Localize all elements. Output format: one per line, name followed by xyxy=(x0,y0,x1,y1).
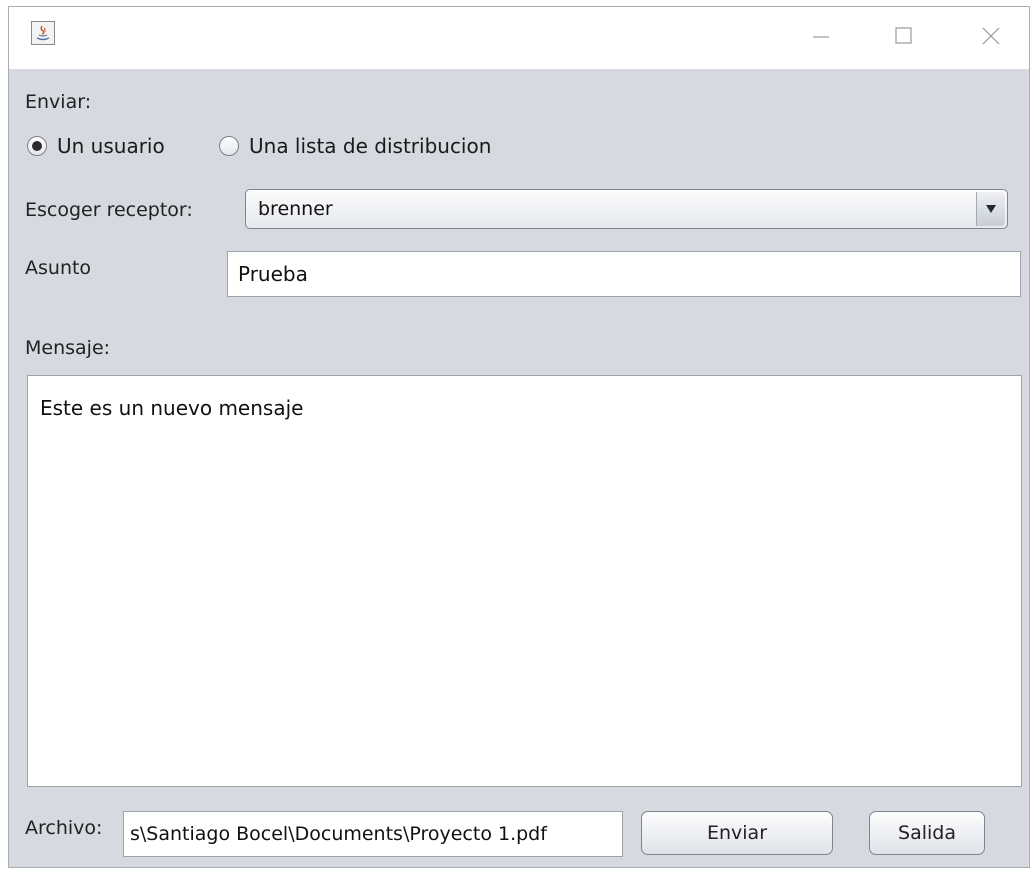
maximize-icon xyxy=(895,27,912,44)
radio-single-user[interactable]: Un usuario xyxy=(27,131,165,161)
send-label: Enviar: xyxy=(25,91,92,113)
radio-indicator[interactable] xyxy=(219,136,239,156)
close-icon xyxy=(982,27,1000,45)
maximize-button[interactable] xyxy=(883,19,923,51)
minimize-icon xyxy=(813,36,829,38)
subject-label: Asunto xyxy=(25,257,92,279)
radio-single-user-label: Un usuario xyxy=(57,134,165,158)
close-button[interactable] xyxy=(971,19,1011,51)
attachment-path-input[interactable]: s\Santiago Bocel\Documents\Proyecto 1.pd… xyxy=(123,811,623,857)
chevron-down-icon xyxy=(986,205,996,213)
radio-distribution-list[interactable]: Una lista de distribucion xyxy=(219,131,491,161)
message-text: Este es un nuevo mensaje xyxy=(40,396,304,420)
attachment-label: Archivo: xyxy=(25,817,103,839)
radio-indicator-checked[interactable] xyxy=(27,136,47,156)
exit-button[interactable]: Salida xyxy=(869,811,985,855)
compose-window: Enviar: Un usuario Una lista de distribu… xyxy=(8,6,1030,868)
receiver-label: Escoger receptor: xyxy=(25,199,193,221)
radio-distribution-list-label: Una lista de distribucion xyxy=(249,134,492,158)
message-textarea[interactable]: Este es un nuevo mensaje xyxy=(27,375,1022,787)
receiver-selected-value: brenner xyxy=(258,198,333,220)
dropdown-arrow-button[interactable] xyxy=(976,192,1005,226)
java-app-icon xyxy=(31,21,55,45)
message-label: Mensaje: xyxy=(25,337,111,359)
minimize-button[interactable] xyxy=(801,19,841,51)
send-button[interactable]: Enviar xyxy=(641,811,833,855)
receiver-combobox[interactable]: brenner xyxy=(245,189,1008,229)
title-bar xyxy=(9,7,1029,69)
subject-input[interactable]: Prueba xyxy=(227,251,1021,297)
